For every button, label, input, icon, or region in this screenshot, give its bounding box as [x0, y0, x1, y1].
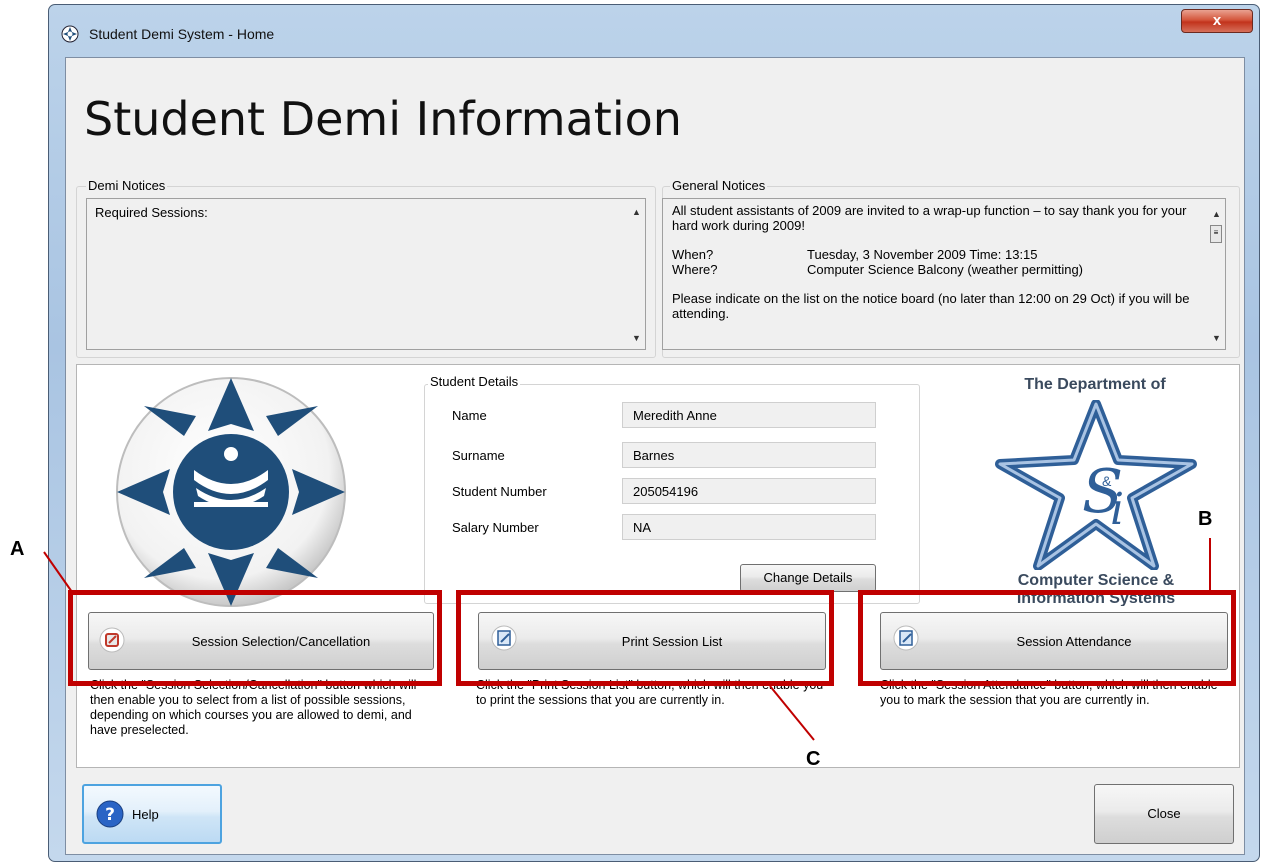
callout-lines [43, 538, 1211, 741]
callout-c: C [806, 748, 821, 770]
callout-b: B [1198, 508, 1213, 530]
callout-a: A [10, 538, 25, 560]
